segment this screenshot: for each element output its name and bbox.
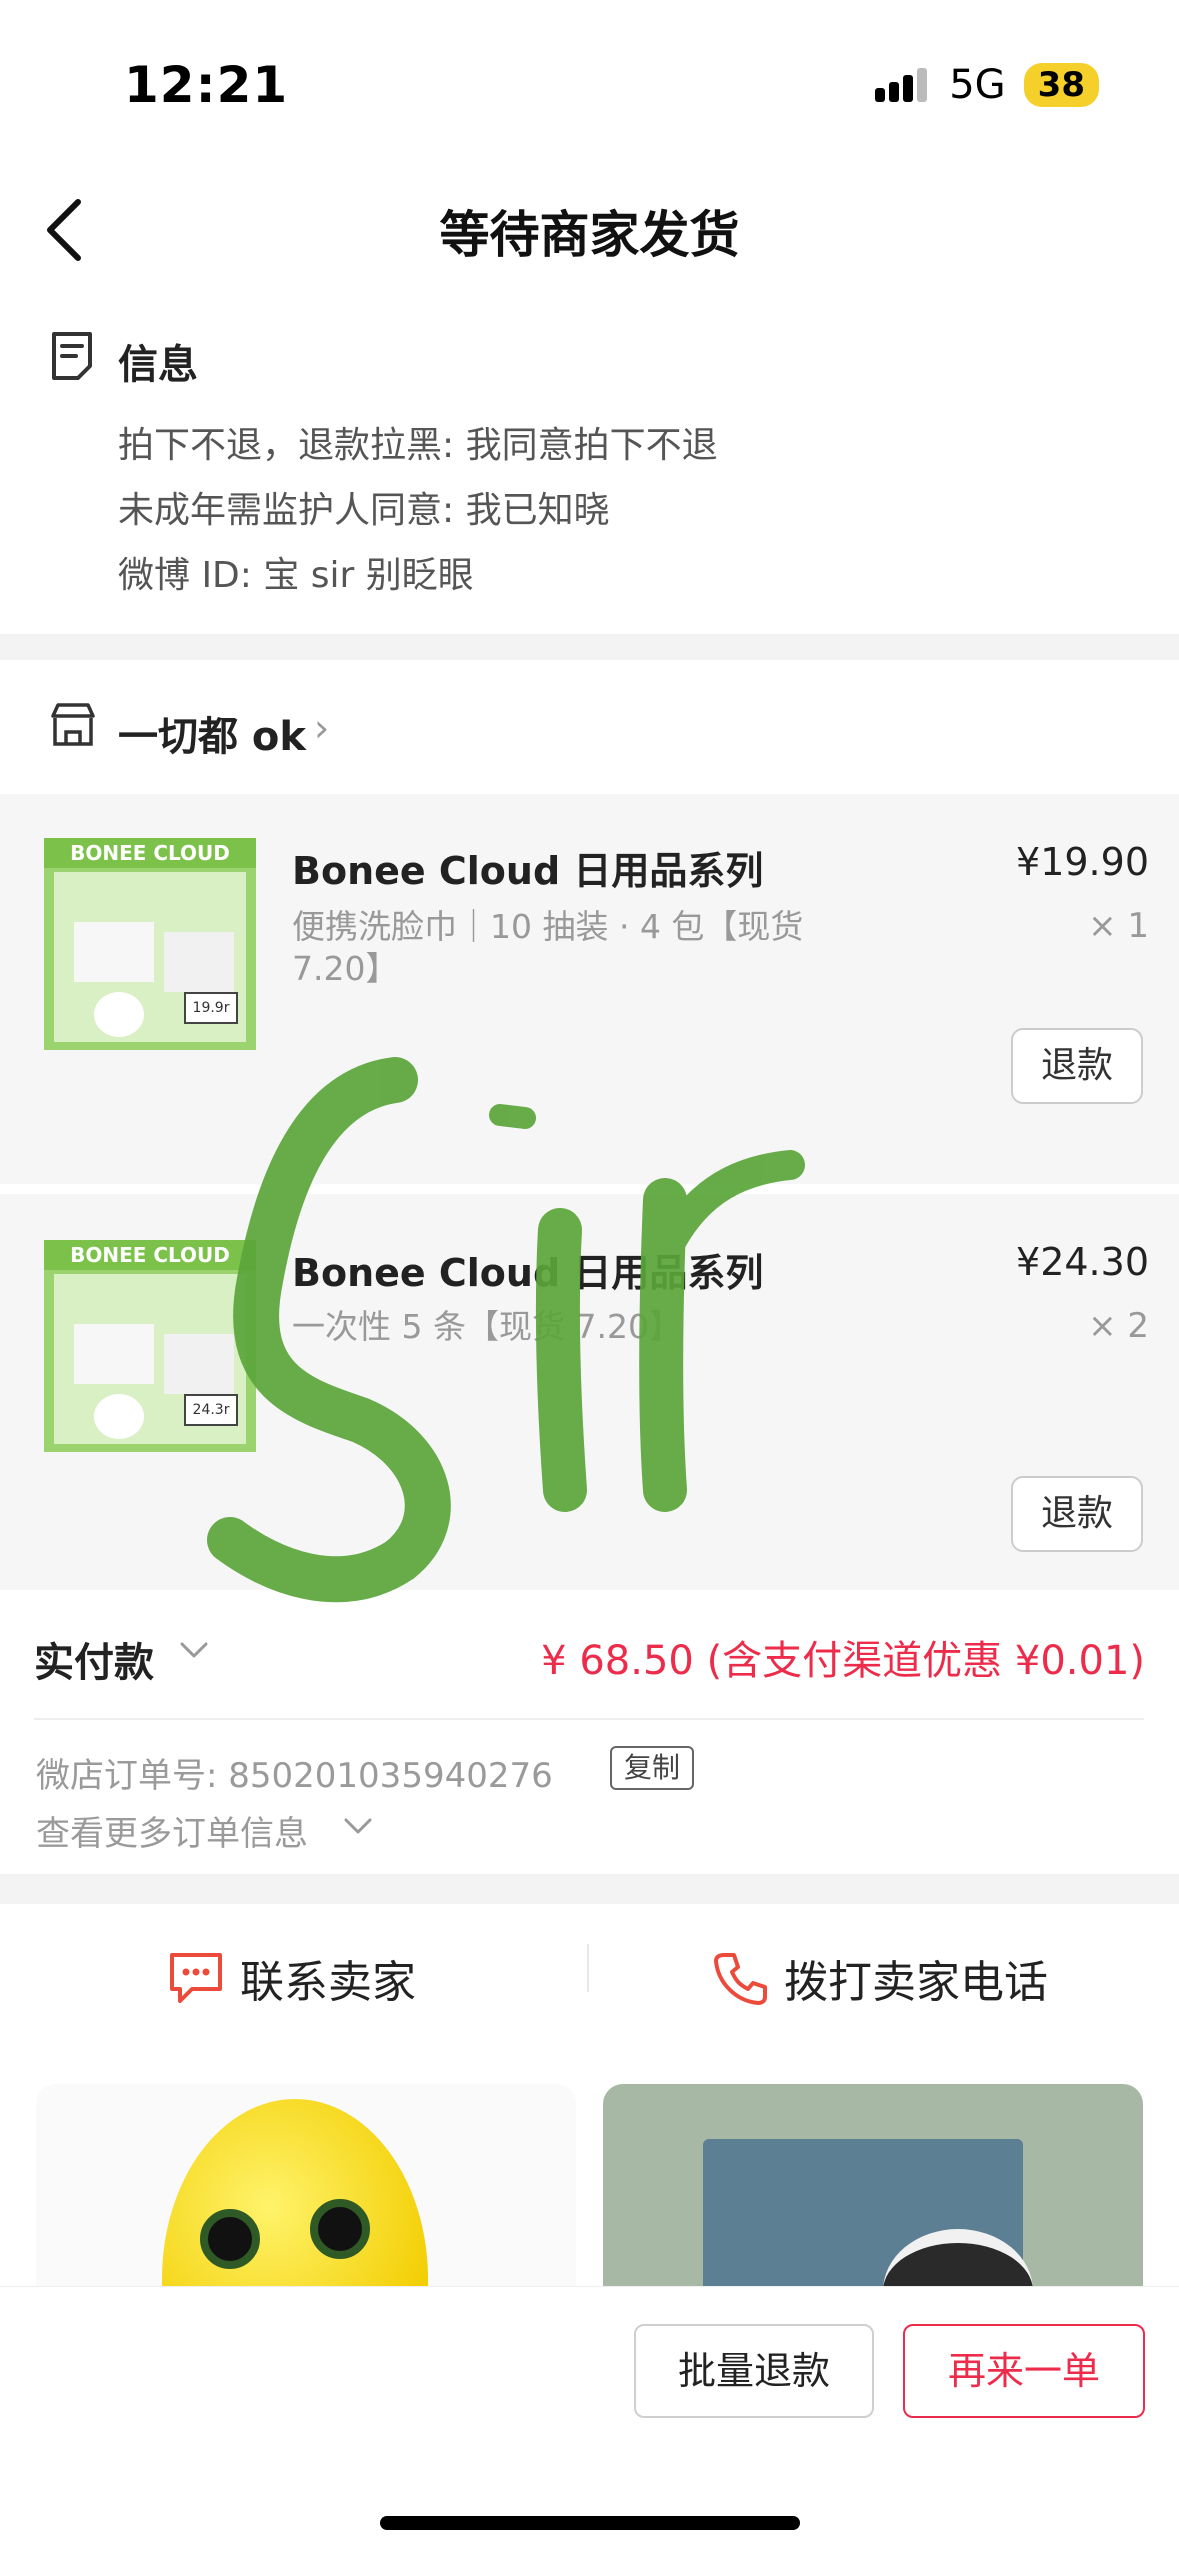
payment-label[interactable]: 实付款 — [34, 1630, 154, 1688]
info-title: 信息 — [118, 342, 198, 388]
product-price: ¥24.30 — [1016, 1240, 1149, 1284]
payment-amount: ¥ 68.50 (含支付渠道优惠 ¥0.01) — [541, 1638, 1145, 1684]
signal-icon — [875, 68, 928, 102]
product-title[interactable]: Bonee Cloud 日用品系列 — [292, 840, 763, 895]
status-indicators: 5G 38 — [875, 62, 1099, 108]
item-divider — [0, 1184, 1179, 1194]
thumbnail-brand: BONEE CLOUD — [44, 1240, 256, 1270]
chat-bubble-icon — [170, 1953, 222, 2003]
copy-button[interactable]: 复制 — [610, 1746, 695, 1790]
order-item: BONEE CLOUD 24.3r Bonee Cloud 日用品系列 ¥24.… — [0, 1194, 1179, 1590]
chevron-right-icon[interactable]: › — [314, 706, 329, 750]
call-seller-button[interactable]: 拨打卖家电话 — [712, 1946, 1048, 2010]
product-spec: 一次性 5 条【现货 7.20】 — [292, 1307, 682, 1346]
product-quantity: × 2 — [1088, 1306, 1149, 1346]
call-seller-label: 拨打卖家电话 — [784, 1957, 1048, 2008]
status-time: 12:21 — [124, 56, 289, 114]
contact-seller-button[interactable]: 联系卖家 — [166, 1946, 416, 2010]
chevron-down-icon[interactable] — [176, 1630, 212, 1670]
info-line-no-return: 拍下不退，退款拉黑: 我同意拍下不退 — [118, 425, 718, 466]
contact-seller-label: 联系卖家 — [240, 1957, 416, 2008]
memo-icon — [52, 332, 92, 380]
order-number: 微店订单号: 850201035940276 — [36, 1756, 553, 1796]
chevron-down-icon[interactable] — [340, 1806, 376, 1846]
page-title: 等待商家发货 — [439, 206, 740, 264]
product-price: ¥19.90 — [1016, 840, 1149, 884]
more-order-info-link[interactable]: 查看更多订单信息 — [36, 1806, 308, 1855]
info-line-weibo: 微博 ID: 宝 sir 别眨眼 — [118, 555, 474, 596]
thumbnail-price-tag: 19.9r — [184, 992, 238, 1024]
shop-icon — [51, 703, 95, 746]
bulk-refund-button[interactable]: 批量退款 — [634, 2324, 874, 2418]
order-item: BONEE CLOUD 19.9r Bonee Cloud 日用品系列 ¥19.… — [0, 794, 1179, 1184]
shop-name-link[interactable]: 一切都 ok — [118, 704, 306, 762]
divider — [34, 1718, 1144, 1720]
battery-indicator: 38 — [1023, 63, 1099, 107]
divider — [587, 1944, 589, 1992]
section-divider — [0, 1874, 1179, 1904]
info-line-guardian: 未成年需监护人同意: 我已知晓 — [118, 490, 610, 531]
product-spec: 便携洗脸巾｜10 抽装 · 4 包【现货 7.20】 — [292, 907, 804, 988]
thumbnail-price-tag: 24.3r — [184, 1394, 238, 1426]
home-indicator[interactable] — [380, 2516, 800, 2530]
product-thumbnail[interactable]: BONEE CLOUD 24.3r — [44, 1240, 256, 1452]
network-label: 5G — [949, 62, 1006, 108]
thumbnail-brand: BONEE CLOUD — [44, 838, 256, 868]
product-title[interactable]: Bonee Cloud 日用品系列 — [292, 1242, 763, 1297]
product-thumbnail[interactable]: BONEE CLOUD 19.9r — [44, 838, 256, 1050]
refund-button[interactable]: 退款 — [1011, 1476, 1143, 1552]
section-divider — [0, 634, 1179, 660]
reorder-button[interactable]: 再来一单 — [903, 2324, 1145, 2418]
refund-button[interactable]: 退款 — [1011, 1028, 1143, 1104]
phone-icon — [714, 1953, 767, 2005]
product-quantity: × 1 — [1088, 906, 1149, 946]
